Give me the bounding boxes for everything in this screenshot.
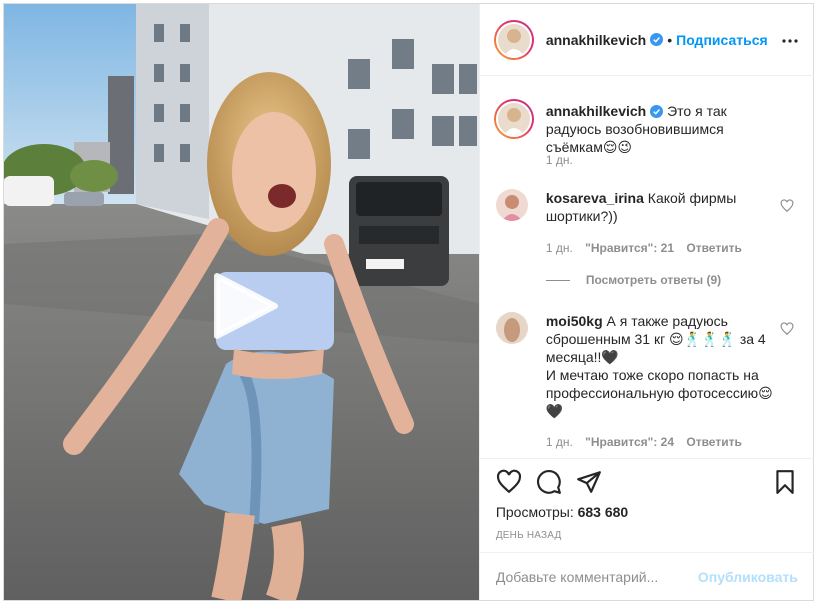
heart-icon[interactable] <box>496 469 522 495</box>
instagram-post: annakhilkevich • Подписаться annakhilkev… <box>3 3 814 601</box>
publish-button[interactable]: Опубликовать <box>698 569 798 585</box>
share-icon[interactable] <box>576 469 602 495</box>
view-replies-label: Посмотреть ответы (9) <box>585 273 722 287</box>
reply-button[interactable]: Ответить <box>686 435 741 449</box>
post-actions: Просмотры: 683 680 День назад <box>479 458 814 552</box>
avatar-photo <box>495 312 528 344</box>
views-number: 683 680 <box>577 504 629 520</box>
views-count[interactable]: Просмотры: 683 680 <box>496 504 628 520</box>
video-player[interactable] <box>4 4 479 600</box>
add-comment-form: Опубликовать <box>479 552 814 600</box>
comment-like-heart-icon[interactable] <box>780 322 794 336</box>
comment-text-continued: И мечтаю тоже скоро попасть на профессио… <box>545 367 773 419</box>
comment-time[interactable]: 1 дн. <box>546 241 573 255</box>
verified-badge-icon <box>650 105 664 118</box>
author-username[interactable]: annakhilkevich <box>546 32 646 48</box>
comment: kosareva_irina Какой фирмы шортики?)) 1 … <box>494 187 794 259</box>
replies-divider <box>545 279 570 281</box>
caption-username[interactable]: annakhilkevich <box>546 103 646 119</box>
comment-likes[interactable]: "Нравится": 21 <box>585 241 674 255</box>
verified-badge-icon <box>650 33 664 46</box>
more-options-icon[interactable] <box>782 33 798 49</box>
caption-time[interactable]: 1 дн. <box>546 153 573 167</box>
comment-username[interactable]: moi50kg <box>546 313 603 329</box>
view-replies-button[interactable]: Посмотреть ответы (9) <box>545 273 722 287</box>
comment-username[interactable]: kosareva_irina <box>546 190 644 206</box>
views-label: Просмотры: <box>495 504 574 520</box>
comment-time[interactable]: 1 дн. <box>546 435 573 449</box>
play-icon[interactable] <box>209 272 279 340</box>
post-details-panel: annakhilkevich • Подписаться annakhilkev… <box>478 4 814 600</box>
comment-avatar[interactable] <box>495 312 528 344</box>
avatar-photo <box>495 189 528 221</box>
comment-likes[interactable]: "Нравится": 24 <box>585 435 674 449</box>
comments-list[interactable]: annakhilkevich Это я так радуюсь возобно… <box>480 77 814 458</box>
post-time[interactable]: День назад <box>496 530 562 541</box>
bookmark-icon[interactable] <box>772 469 798 495</box>
comment: moi50kg А я также радуюсь сброшенным 31 … <box>494 312 794 452</box>
comment-input[interactable] <box>495 568 698 585</box>
header-separator: • <box>667 31 673 48</box>
comment-icon[interactable] <box>536 469 562 495</box>
comment-avatar[interactable] <box>495 189 528 221</box>
reply-button[interactable]: Ответить <box>686 241 741 255</box>
comment-like-heart-icon[interactable] <box>780 199 794 213</box>
avatar-photo <box>497 103 530 135</box>
follow-button[interactable]: Подписаться <box>676 32 768 48</box>
caption: annakhilkevich Это я так радуюсь возобно… <box>493 95 794 175</box>
author-avatar[interactable] <box>493 19 534 60</box>
avatar-photo <box>497 23 530 56</box>
caption-avatar[interactable] <box>493 99 534 139</box>
post-header: annakhilkevich • Подписаться <box>479 4 814 76</box>
